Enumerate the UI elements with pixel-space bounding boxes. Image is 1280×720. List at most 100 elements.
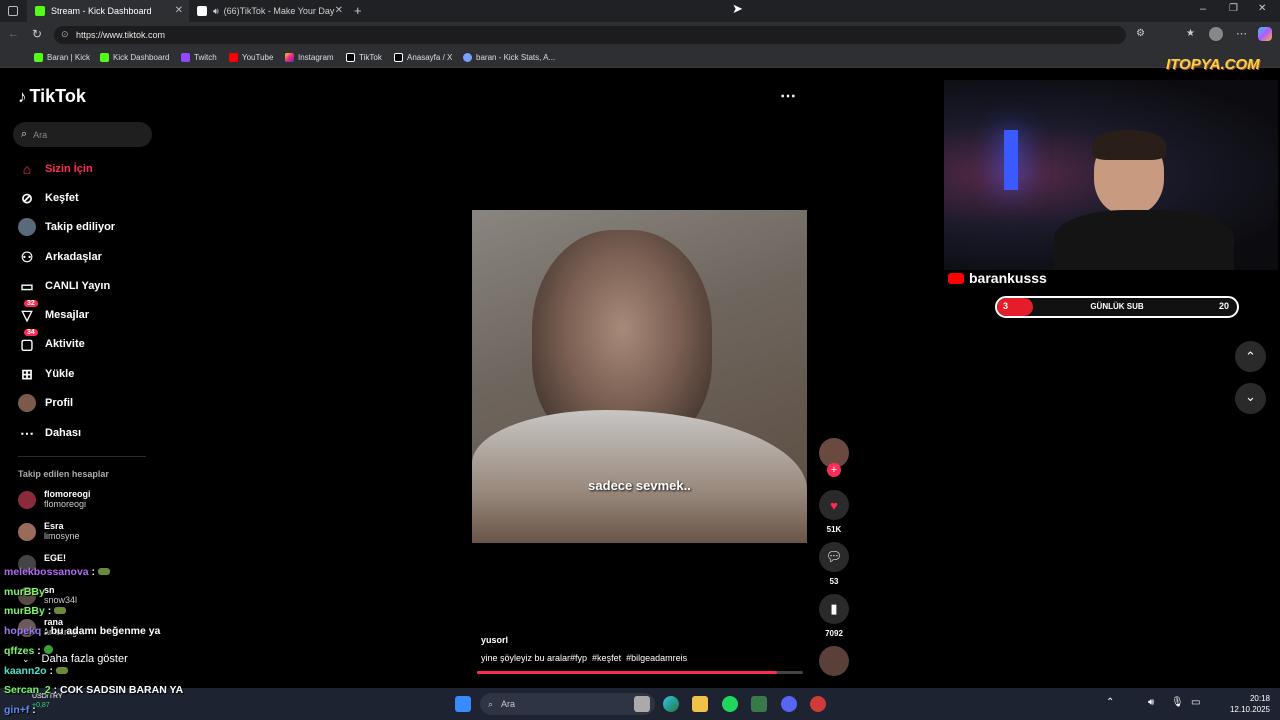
video-author[interactable]: yusorl [481, 635, 508, 645]
youtube-icon [948, 272, 964, 284]
nav-for-you[interactable]: ⌂ Sizin İçin [18, 160, 93, 178]
tiktok-note-icon: ♪ [18, 86, 27, 106]
favorites-icon[interactable]: ★ [1186, 28, 1195, 39]
upload-icon: ⊞ [21, 365, 33, 382]
restore-button[interactable]: ❐ [1229, 3, 1238, 14]
tab-tiktok[interactable]: 🔊︎ (66)TikTok - Make Your Day ✕ [189, 0, 349, 22]
speaker-icon[interactable]: 🔊︎ [1148, 697, 1154, 708]
chat-message: melekbossanova : [4, 566, 110, 578]
mic-icon[interactable]: 🎙︎ [1171, 697, 1184, 708]
network-icon[interactable]: ▭ [1191, 697, 1200, 708]
search-icon: ⌕ [21, 128, 28, 140]
edge-icon[interactable] [663, 696, 679, 712]
close-tab-icon[interactable]: ✕ [175, 5, 183, 16]
comment-icon: 💬︎ [825, 549, 843, 564]
emote-icon [43, 645, 53, 654]
file-explorer-icon[interactable] [692, 696, 708, 712]
nav-upload[interactable]: ⊞ Yükle [18, 365, 74, 383]
nav-following[interactable]: Takip ediliyor [18, 218, 115, 236]
tiktok-logo[interactable]: ♪ TikTok [18, 86, 86, 107]
nav-explore[interactable]: ⊘ Keşfet [18, 189, 79, 207]
emote-icon [54, 607, 67, 614]
avatar [18, 491, 36, 509]
next-video-button[interactable]: ⌄ [1235, 383, 1266, 414]
bookmark-kick-stats[interactable]: baran - Kick Stats, A... [463, 53, 555, 62]
bookmark-kick-dashboard[interactable]: Kick Dashboard [100, 53, 169, 62]
bookmark-instagram[interactable]: Instagram [285, 53, 334, 62]
bookmark-kick[interactable]: Baran | Kick [34, 53, 90, 62]
nav-messages[interactable]: ▽ 32 Mesajlar [18, 300, 89, 324]
following-account[interactable]: flomoreogi flomoreogi [18, 489, 91, 509]
follow-plus-icon[interactable]: + [827, 463, 841, 477]
more-options-icon[interactable]: ⋯ [780, 86, 796, 106]
bookmark-x[interactable]: Anasayfa / X [394, 53, 452, 62]
menu-icon[interactable]: ⋯ [1236, 27, 1247, 40]
bookmark-youtube[interactable]: YouTube [229, 53, 273, 62]
tab-kick-dashboard[interactable]: Stream - Kick Dashboard ✕ [27, 0, 189, 22]
profile-avatar[interactable] [1209, 27, 1223, 41]
like-count: 51K [826, 525, 842, 534]
activity-icon: ▢ 34 [18, 329, 38, 353]
nav-activity[interactable]: ▢ 34 Aktivite [18, 329, 85, 353]
app-icon[interactable] [751, 696, 767, 712]
profile-avatar-icon [18, 394, 36, 412]
compass-icon: ⊘ [21, 189, 33, 206]
save-button[interactable]: ▮ [819, 594, 849, 624]
nav-profile[interactable]: Profil [18, 394, 73, 412]
search-input[interactable]: ⌕ Ara [13, 122, 152, 147]
nav-live[interactable]: ▭ CANLI Yayın [18, 277, 110, 295]
kick-icon [34, 53, 43, 62]
refresh-icon[interactable]: ↻ [32, 27, 42, 41]
bookmark-tiktok[interactable]: TikTok [346, 53, 382, 62]
clock[interactable]: 20:18 12.10.2025 [1224, 693, 1270, 715]
following-account[interactable]: Esra limosyne [18, 521, 80, 541]
speaker-icon: 🔊︎ [213, 5, 219, 16]
next-creator-avatar[interactable] [819, 646, 849, 676]
site-info-icon[interactable]: ⊙ [61, 29, 69, 40]
live-icon: ▭ [20, 277, 34, 294]
site-watermark: ITOPYA.COM [1166, 56, 1260, 73]
comment-button[interactable]: 💬︎ [819, 542, 849, 572]
search-icon: ⌕ [488, 698, 494, 709]
close-window-button[interactable]: ✕ [1258, 3, 1266, 14]
following-header: Takip edilen hesaplar [18, 469, 109, 479]
messages-icon: ▽ 32 [18, 300, 38, 324]
new-tab-button[interactable]: + [354, 3, 362, 18]
minimize-button[interactable]: – [1200, 3, 1206, 15]
nav-friends[interactable]: ⚇ Arkadaşlar [18, 248, 102, 266]
following-avatar-icon [18, 218, 36, 236]
back-icon[interactable]: ← [8, 28, 19, 40]
extensions-icon[interactable]: ⚙ [1136, 28, 1145, 39]
windows-start-icon[interactable] [455, 696, 471, 712]
taskbar-search[interactable]: ⌕ Ara [480, 693, 655, 715]
url-input[interactable]: ⊙ https://www.tiktok.com [54, 26, 1126, 44]
streamer-hair [1092, 130, 1166, 160]
mouse-cursor-icon: ➤ [732, 1, 743, 16]
video-blanket [472, 410, 807, 543]
activity-badge: 34 [24, 329, 38, 336]
like-button[interactable]: ♥ [819, 490, 849, 520]
tab-actions-icon[interactable] [8, 6, 18, 16]
divider [18, 456, 146, 457]
webcam-feed [944, 80, 1278, 270]
spotify-icon[interactable] [722, 696, 738, 712]
copilot-icon[interactable] [1258, 27, 1272, 41]
nav-more[interactable]: ⋯ Dahası [18, 424, 81, 442]
tiktok-icon [197, 6, 207, 16]
bookmark-twitch[interactable]: Twitch [181, 53, 217, 62]
discord-icon[interactable] [781, 696, 797, 712]
app-icon[interactable] [810, 696, 826, 712]
chevron-up-icon[interactable]: ⌃ [1106, 697, 1114, 708]
task-view-icon[interactable] [634, 696, 650, 712]
more-icon: ⋯ [20, 424, 34, 441]
previous-video-button[interactable]: ⌃ [1235, 341, 1266, 372]
sub-goal-bar: 3 GÜNLÜK SUB 20 [995, 296, 1239, 318]
kick-icon [35, 6, 45, 16]
emote-icon [97, 568, 110, 575]
tiktok-icon [346, 53, 355, 62]
home-icon: ⌂ [22, 161, 32, 177]
avatar [18, 523, 36, 541]
close-tab-icon[interactable]: ✕ [335, 5, 343, 16]
video-player[interactable]: sadece sevmek.. [472, 210, 807, 543]
video-caption: yine şöyleyiz bu aralar#fyp #keşfet #bil… [481, 653, 688, 663]
